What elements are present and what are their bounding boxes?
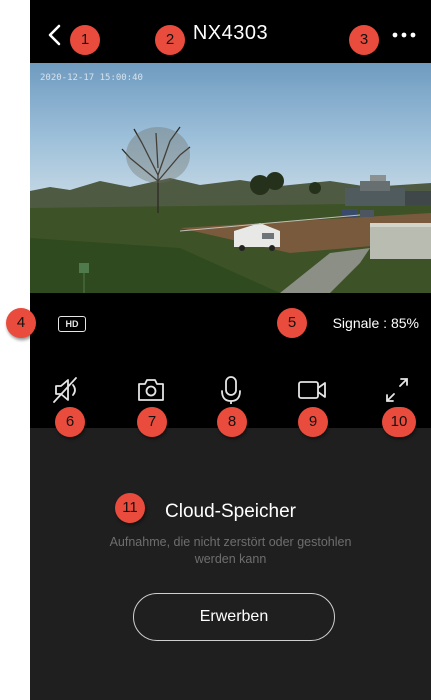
cloud-storage-description: Aufnahme, die nicht zerstört oder gestoh…: [109, 535, 352, 566]
video-timestamp: 2020-12-17 15:00:40: [40, 73, 143, 83]
cloud-storage-panel: Cloud-Speicher Aufnahme, die nicht zerst…: [30, 428, 431, 700]
annotation-marker-10: 10: [382, 407, 416, 437]
annotation-marker-1: 1: [70, 25, 100, 55]
signal-strength: Signale : 85%: [332, 315, 419, 331]
mute-speaker-icon[interactable]: [50, 375, 84, 405]
microphone-icon[interactable]: [214, 375, 248, 405]
camera-snapshot-icon[interactable]: [134, 375, 168, 405]
annotation-marker-2: 2: [155, 25, 185, 55]
annotation-marker-4: 4: [6, 308, 36, 338]
app-screen: NX4303 2020-12-17 15:00:40 HD Signale: …: [30, 0, 431, 700]
annotation-marker-3: 3: [349, 25, 379, 55]
annotation-marker-7: 7: [137, 407, 167, 437]
annotation-marker-6: 6: [55, 407, 85, 437]
fullscreen-icon[interactable]: [380, 375, 414, 405]
hd-quality-toggle[interactable]: HD: [58, 316, 86, 332]
cloud-storage-title: Cloud-Speicher: [165, 501, 296, 522]
live-video-feed[interactable]: 2020-12-17 15:00:40: [30, 63, 431, 293]
buy-button[interactable]: Erwerben: [133, 593, 335, 641]
video-scene: [30, 126, 431, 293]
annotation-marker-11: 11: [115, 493, 145, 523]
annotation-marker-8: 8: [217, 407, 247, 437]
video-record-icon[interactable]: [295, 375, 329, 405]
annotation-marker-5: 5: [277, 308, 307, 338]
more-options-icon[interactable]: [389, 22, 419, 48]
annotation-marker-9: 9: [298, 407, 328, 437]
